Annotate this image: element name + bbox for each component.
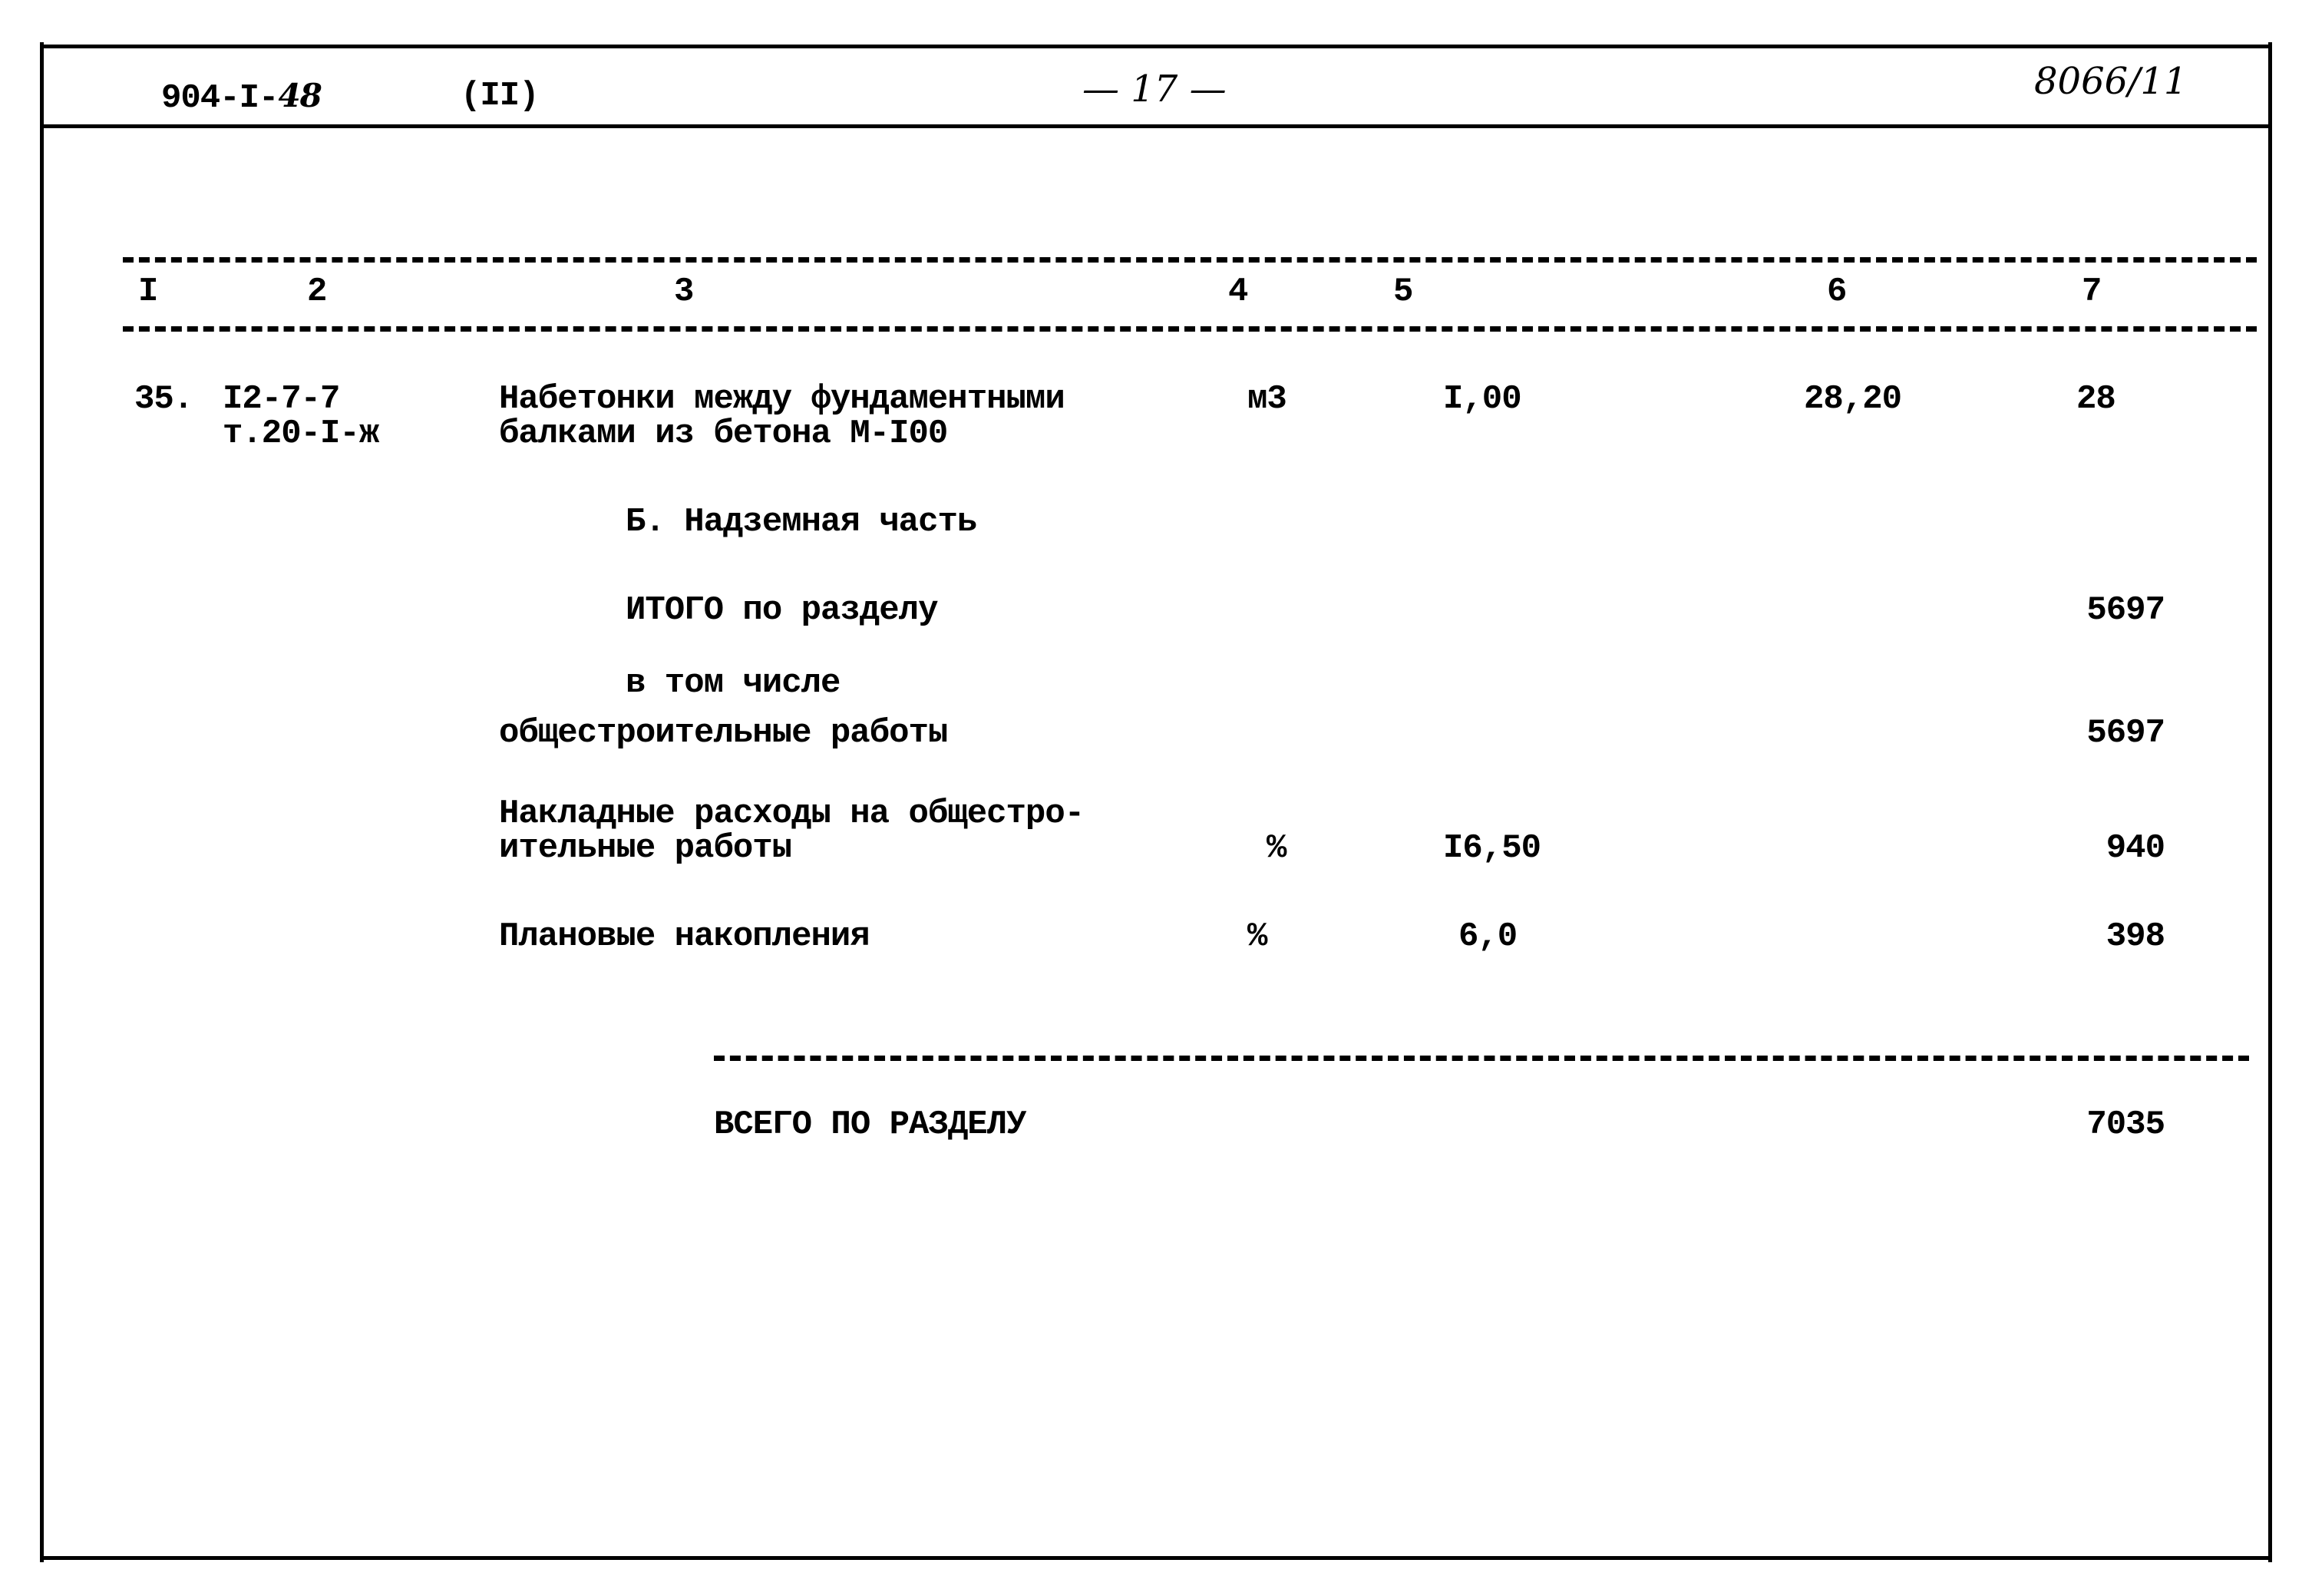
- column-header-2: 2: [307, 273, 327, 311]
- doc-code-handwritten: 48: [278, 77, 322, 114]
- row-unit: м3: [1247, 380, 1287, 418]
- section-title: Б. Надземная часть: [626, 503, 977, 541]
- column-header-1: I: [138, 273, 158, 311]
- frame-top-border: [42, 45, 2272, 48]
- overhead-value: 940: [2106, 829, 2165, 867]
- column-header-7: 7: [2082, 273, 2102, 311]
- row-total: 28: [2076, 380, 2116, 418]
- overhead-label-line2: ительные работы: [499, 829, 792, 867]
- column-header-5: 5: [1393, 273, 1413, 311]
- page-number: — 17 —: [1082, 68, 1227, 111]
- doc-code: 904-I-48: [161, 77, 322, 117]
- planned-savings-label: Плановые накопления: [499, 917, 870, 956]
- general-works-label: общестроительные работы: [499, 714, 948, 752]
- row-unit-price: 28,20: [1804, 380, 1902, 418]
- frame-bottom-border: [42, 1556, 2272, 1560]
- general-works-value: 5697: [2086, 714, 2165, 752]
- row-code-line1: I2-7-7: [223, 380, 340, 418]
- row-description-line1: Набетонки между фундаментными: [499, 380, 1065, 418]
- overhead-unit: %: [1267, 829, 1286, 867]
- column-header-top-rule: [123, 257, 2257, 263]
- planned-savings-value: 398: [2106, 917, 2165, 956]
- doc-code-printed: 904-I-: [161, 79, 279, 117]
- planned-savings-unit: %: [1247, 917, 1267, 956]
- column-header-3: 3: [674, 273, 694, 311]
- row-number: 35.: [134, 380, 193, 418]
- header-divider: [42, 124, 2272, 128]
- grand-total-label: ВСЕГО ПО РАЗДЕЛУ: [714, 1105, 1026, 1144]
- sheet-reference: 8066/11: [2034, 60, 2188, 103]
- overhead-label-line1: Накладные расходы на общестро-: [499, 795, 1085, 833]
- column-header-4: 4: [1228, 273, 1248, 311]
- column-header-6: 6: [1827, 273, 1847, 311]
- subtotal-value: 5697: [2086, 591, 2165, 629]
- planned-savings-rate: 6,0: [1458, 917, 1518, 956]
- grand-total-rule: [714, 1056, 2249, 1061]
- frame-left-border: [40, 42, 44, 1562]
- grand-total-value: 7035: [2086, 1105, 2165, 1144]
- frame-right-border: [2268, 42, 2272, 1562]
- column-header-bottom-rule: [123, 326, 2257, 332]
- subtotal-label: ИТОГО по разделу: [626, 591, 938, 629]
- including-label: в том числе: [626, 664, 841, 702]
- row-description-line2: балками из бетона М-I00: [499, 415, 948, 453]
- row-quantity: I,00: [1443, 380, 1522, 418]
- part-label: (II): [461, 77, 540, 115]
- row-code-line2: т.20-I-ж: [223, 415, 379, 453]
- overhead-rate: I6,50: [1443, 829, 1541, 867]
